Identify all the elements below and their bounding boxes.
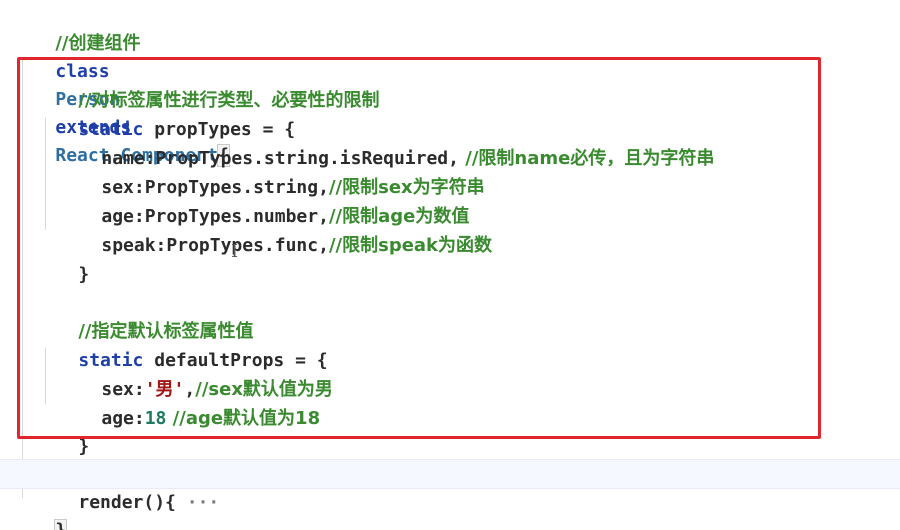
closing-brace: } bbox=[78, 436, 90, 457]
code-line-2[interactable]: class Person extends React.Component{ bbox=[12, 30, 230, 167]
matched-brace: } bbox=[54, 519, 68, 530]
render-method: render(){ bbox=[78, 492, 176, 513]
folded-code-icon[interactable]: ··· bbox=[176, 492, 220, 513]
code-line-1[interactable]: //创建组件 bbox=[12, 2, 140, 54]
code-line-18[interactable]: } bbox=[12, 489, 68, 530]
highlight-annotation-box bbox=[17, 57, 821, 439]
code-editor[interactable]: //创建组件 class Person extends React.Compon… bbox=[0, 0, 900, 530]
code-line-17[interactable]: render(){ ··· bbox=[35, 461, 219, 513]
